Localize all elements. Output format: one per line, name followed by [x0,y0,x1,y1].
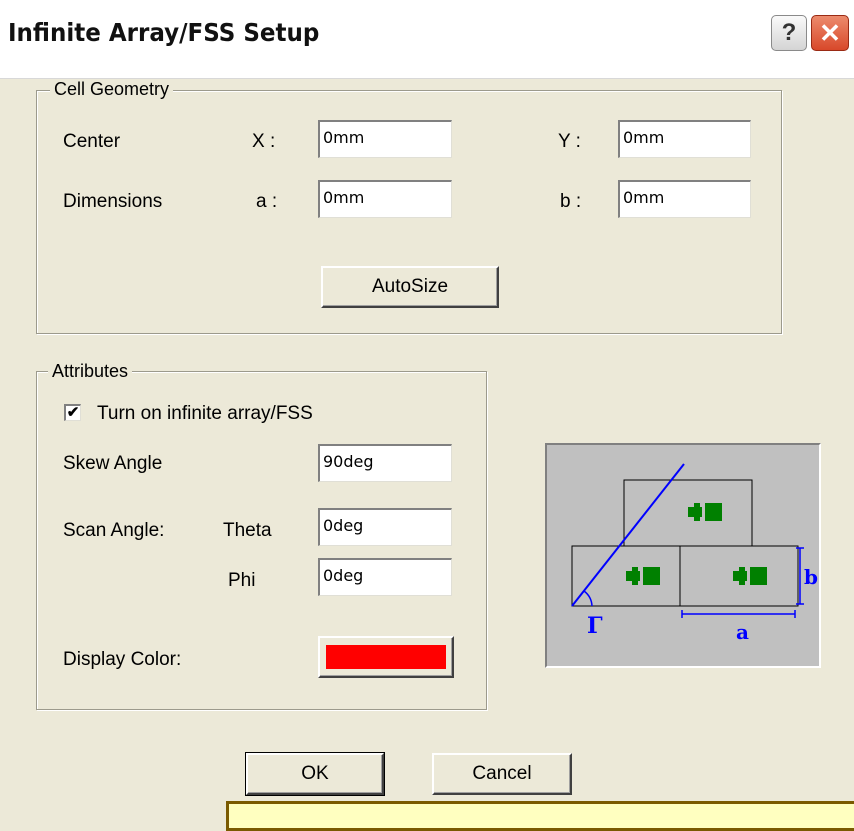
dimension-b-input[interactable]: 0mm [618,180,751,218]
y-label: Y : [558,131,581,152]
help-button[interactable]: ? [771,15,807,51]
center-y-input[interactable]: 0mm [618,120,751,158]
close-button[interactable]: ✕ [811,15,849,51]
help-icon: ? [781,19,797,46]
skew-angle-input[interactable]: 90deg [318,444,452,482]
a-dimension-label: a [736,620,749,644]
title-bar: Infinite Array/FSS Setup ? ✕ [0,0,854,79]
display-color-label: Display Color: [63,649,182,670]
infinite-array-label[interactable]: Turn on infinite array/FSS [97,403,313,425]
theta-label: Theta [223,520,272,541]
skew-angle-label: Skew Angle [63,453,163,474]
b-label: b : [560,191,582,212]
element-icon-bottom-left [626,567,660,585]
dimension-a-input[interactable]: 0mm [318,180,452,218]
dimensions-label: Dimensions [63,191,163,212]
gamma-label: Γ [587,613,603,639]
ok-button[interactable]: OK [245,752,385,796]
cancel-button[interactable]: Cancel [432,753,572,795]
scan-angle-label: Scan Angle: [63,520,165,541]
close-icon: ✕ [819,17,841,48]
infinite-array-checkbox[interactable]: ✔ [64,404,81,421]
skew-line [571,463,685,607]
skew-angle-arc [583,590,593,607]
display-color-swatch [326,645,446,669]
window-title: Infinite Array/FSS Setup [8,18,320,47]
cell-geometry-legend: Cell Geometry [50,79,174,100]
x-label: X : [252,131,276,152]
element-icon-top [688,503,722,521]
b-dimension-label: b [804,565,818,589]
a-label: a : [256,191,278,212]
center-label: Center [63,131,121,152]
autosize-button[interactable]: AutoSize [321,266,499,308]
attributes-legend: Attributes [48,361,133,382]
tooltip-popup [226,801,854,831]
array-geometry-diagram: Γ a b [545,443,821,668]
center-x-input[interactable]: 0mm [318,120,452,158]
phi-input[interactable]: 0deg [318,558,452,596]
array-geometry-illustration: Γ a b [571,463,818,644]
element-icon-bottom-right [733,567,767,585]
display-color-button[interactable] [318,636,454,678]
phi-label: Phi [228,570,256,591]
theta-input[interactable]: 0deg [318,508,452,546]
